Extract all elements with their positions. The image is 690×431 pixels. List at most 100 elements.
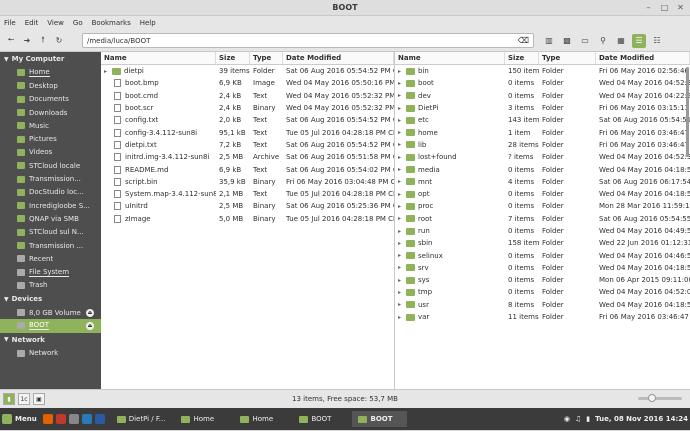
folder-row[interactable]: ▸ lost+found ? items Folder Wed 04 May 2016 …: [395, 151, 690, 163]
col-name[interactable]: Name: [395, 52, 505, 64]
expand-arrow-icon[interactable]: ▸: [398, 203, 406, 210]
col-name[interactable]: Name: [101, 52, 216, 64]
expand-arrow-icon[interactable]: ▸: [398, 141, 406, 148]
folder-row[interactable]: ▸ root 7 items Folder Sat 06 Aug 2016 05:54:…: [395, 213, 690, 225]
sidebar-section-header[interactable]: ▼ Devices: [0, 292, 101, 306]
folder-row[interactable]: ▸ sbin 158 itemsFolder Wed 22 Jun 2016 01:1…: [395, 237, 690, 249]
menu-edit[interactable]: Edit: [25, 19, 39, 27]
sidebar-item-incredigloobe-s[interactable]: Incredigloobe S...: [0, 199, 101, 212]
file-row[interactable]: ▸ dietpi 39 items Folder Sat 06 Aug 2016 05:…: [101, 65, 394, 77]
col-date[interactable]: Date Modified: [283, 52, 394, 64]
folder-row[interactable]: ▸ DietPi 3 items Folder Fri 06 May 2016 03:1…: [395, 102, 690, 114]
sidebar-item-documents[interactable]: Documents: [0, 93, 101, 106]
folder-row[interactable]: ▸ sys 0 items Folder Mon 06 Apr 2015 09:11:0…: [395, 274, 690, 286]
expand-arrow-icon[interactable]: ▸: [398, 252, 406, 259]
sidebar-item-transmission[interactable]: Transmission...: [0, 172, 101, 185]
sidebar-item-transmission[interactable]: Transmission ...: [0, 239, 101, 252]
sidebar-item-file-system[interactable]: File System: [0, 265, 101, 278]
col-size[interactable]: Size: [505, 52, 539, 64]
sidebar-item-qnap-via-smb[interactable]: QNAP via SMB: [0, 212, 101, 225]
file-row[interactable]: zImage 5,0 MB Binary Tue 05 Jul 2016 04:28:…: [101, 213, 394, 225]
new-folder-icon[interactable]: ▭: [578, 34, 592, 48]
tray-battery-icon[interactable]: ▮: [586, 415, 590, 423]
expander-icon[interactable]: ▼: [4, 56, 9, 63]
maximize-icon[interactable]: □: [659, 2, 670, 13]
tray-network-icon[interactable]: ◉: [564, 415, 570, 423]
file-row[interactable]: boot.scr 2,4 kB Binary Wed 04 May 2016 05:5…: [101, 102, 394, 114]
scrollbar-thumb[interactable]: [686, 67, 689, 157]
folder-row[interactable]: ▸ tmp 0 items Folder Wed 04 May 2016 04:52:0…: [395, 286, 690, 298]
file-row[interactable]: script.bin 35,9 kB Binary Fri 06 May 2016 0…: [101, 176, 394, 188]
menu-file[interactable]: File: [4, 19, 16, 27]
right-file-pane[interactable]: Name Size Type Date Modified ▸ bin 150 ite…: [395, 52, 690, 389]
expand-arrow-icon[interactable]: ▸: [398, 314, 406, 321]
sidebar-item-docstudio-loc[interactable]: DocStudio loc...: [0, 186, 101, 199]
list-view-icon[interactable]: ☰: [632, 33, 646, 48]
sidebar-item-trash[interactable]: Trash: [0, 279, 101, 292]
icon-view-icon[interactable]: ▦: [614, 34, 628, 48]
back-icon[interactable]: 🠔: [4, 34, 18, 48]
expand-arrow-icon[interactable]: ▸: [398, 80, 406, 87]
expand-arrow-icon[interactable]: ▸: [398, 68, 406, 75]
folder-row[interactable]: ▸ dev 0 items Folder Wed 04 May 2016 04:22:2…: [395, 90, 690, 102]
expand-arrow-icon[interactable]: ▸: [398, 215, 406, 222]
folder-row[interactable]: ▸ run 0 items Folder Wed 04 May 2016 04:49:5…: [395, 225, 690, 237]
scrollbar[interactable]: [685, 65, 690, 375]
taskbar-window-button[interactable]: Home: [234, 411, 289, 427]
launcher-bird-icon[interactable]: [94, 414, 105, 424]
file-row[interactable]: boot.bmp 6,9 KB Image Wed 04 May 2016 05:50…: [101, 77, 394, 89]
zoom-slider[interactable]: [638, 394, 682, 402]
expand-arrow-icon[interactable]: ▸: [398, 166, 406, 173]
launcher-firefox-icon[interactable]: [42, 414, 53, 424]
folder-row[interactable]: ▸ srv 0 items Folder Wed 04 May 2016 04:18:5…: [395, 262, 690, 274]
col-type[interactable]: Type: [539, 52, 596, 64]
col-date[interactable]: Date Modified: [596, 52, 690, 64]
zoom-slider-knob[interactable]: [648, 394, 656, 402]
folder-row[interactable]: ▸ media 0 items Folder Wed 04 May 2016 04:18…: [395, 163, 690, 175]
file-row[interactable]: boot.cmd 2,4 kB Text Wed 04 May 2016 05:52:…: [101, 90, 394, 102]
expand-arrow-icon[interactable]: ▸: [104, 68, 112, 75]
sidebar-item-stcloud-sul-n[interactable]: STCloud sul N...: [0, 226, 101, 239]
folder-row[interactable]: ▸ mnt 4 items Folder Sat 06 Aug 2016 06:17:5…: [395, 176, 690, 188]
expander-icon[interactable]: ▼: [4, 296, 9, 303]
expand-arrow-icon[interactable]: ▸: [398, 129, 406, 136]
folder-row[interactable]: ▸ var 11 items Folder Fri 06 May 2016 03:46:…: [395, 311, 690, 323]
expand-arrow-icon[interactable]: ▸: [398, 117, 406, 124]
forward-icon[interactable]: ➜: [20, 34, 34, 48]
taskbar-window-button[interactable]: BOOT: [293, 411, 348, 427]
eject-icon[interactable]: ⏏: [86, 321, 94, 330]
split-view-icon[interactable]: ▥: [542, 34, 556, 48]
search-icon[interactable]: ⚲: [596, 34, 610, 48]
expand-arrow-icon[interactable]: ▸: [398, 228, 406, 235]
sidebar-item-boot[interactable]: BOOT ⏏: [0, 319, 101, 333]
folder-row[interactable]: ▸ lib 28 items Folder Fri 06 May 2016 03:46:…: [395, 139, 690, 151]
taskbar-window-button[interactable]: Home: [175, 411, 230, 427]
launcher-xmarks-icon[interactable]: [55, 414, 66, 424]
file-row[interactable]: README.md 6,9 kB Text Sat 06 Aug 2016 05:54…: [101, 163, 394, 175]
menu-go[interactable]: Go: [73, 19, 83, 27]
menu-button[interactable]: Menu: [2, 414, 37, 424]
expand-arrow-icon[interactable]: ▸: [398, 277, 406, 284]
sidebar-section-header[interactable]: ▼ My Computer: [0, 52, 101, 66]
expand-arrow-icon[interactable]: ▸: [398, 240, 406, 247]
file-row[interactable]: dietpi.txt 7,2 kB Text Sat 06 Aug 2016 05:5…: [101, 139, 394, 151]
location-bar[interactable]: /media/luca/BOOT ⌫: [82, 33, 534, 48]
expand-arrow-icon[interactable]: ▸: [398, 154, 406, 161]
sidebar-item-pictures[interactable]: Pictures: [0, 132, 101, 145]
file-row[interactable]: config.txt 2,0 kB Text Sat 06 Aug 2016 05:5…: [101, 114, 394, 126]
expand-arrow-icon[interactable]: ▸: [398, 92, 406, 99]
folder-row[interactable]: ▸ etc 143 itemsFolder Sat 06 Aug 2016 05:54…: [395, 114, 690, 126]
folder-row[interactable]: ▸ boot 0 items Folder Wed 04 May 2016 04:52:…: [395, 77, 690, 89]
sidebar-item-home[interactable]: Home: [0, 66, 101, 79]
folder-row[interactable]: ▸ home 1 item Folder Fri 06 May 2016 03:46:4…: [395, 126, 690, 138]
file-row[interactable]: System.map-3.4.112-sun8i 2,1 MB Text Tue 05…: [101, 188, 394, 200]
left-file-pane[interactable]: Name Size Type Date Modified ▸ dietpi 39 i…: [101, 52, 395, 389]
launcher-k-icon[interactable]: [81, 414, 92, 424]
sidebar-item-music[interactable]: Music: [0, 119, 101, 132]
file-row[interactable]: config-3.4.112-sun8i 95,1 kB Text Tue 05 Ju…: [101, 126, 394, 138]
folder-row[interactable]: ▸ opt 0 items Folder Wed 04 May 2016 04:18:5…: [395, 188, 690, 200]
sidebar-item-downloads[interactable]: Downloads: [0, 106, 101, 119]
col-type[interactable]: Type: [250, 52, 283, 64]
folder-row[interactable]: ▸ usr 8 items Folder Wed 04 May 2016 04:18:5…: [395, 299, 690, 311]
taskbar-window-button[interactable]: BOOT: [352, 411, 408, 427]
